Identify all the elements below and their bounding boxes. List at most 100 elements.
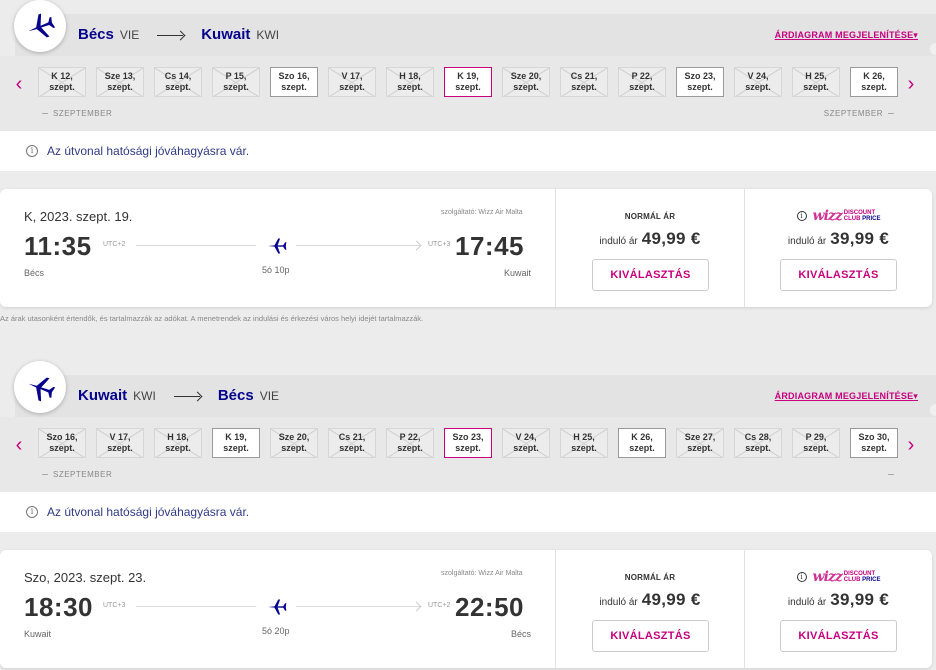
date-option[interactable]: H 18, szept. — [154, 428, 202, 458]
flight-date: Szo, 2023. szept. 23. — [24, 570, 147, 585]
origin-code: VIE — [119, 28, 140, 42]
price-chart-link[interactable]: ÁRDIAGRAM MEGJELENÍTÉSE▾ — [775, 391, 918, 402]
date-option-label: K 26, szept. — [629, 432, 655, 453]
scroll-dot — [930, 43, 936, 55]
price-chart-link[interactable]: ÁRDIAGRAM MEGJELENÍTÉSE▾ — [775, 30, 918, 41]
wdc-fare: i wizz DISCOUNT CLUB PRICE induló ár 39,99… — [745, 189, 932, 307]
date-option[interactable]: H 25, szept. — [560, 428, 608, 458]
date-option[interactable]: Szo 30, szept. — [850, 428, 898, 458]
select-normal-fare-button[interactable]: KIVÁLASZTÁS — [592, 620, 709, 652]
normal-fare-price: induló ár 49,99 € — [599, 590, 701, 609]
date-option[interactable]: K 19, szept. — [444, 67, 492, 97]
date-option[interactable]: V 24, szept. — [734, 67, 782, 97]
dest-code: KWI — [256, 28, 280, 42]
date-option[interactable]: P 29, szept. — [792, 428, 840, 458]
date-option[interactable]: P 22, szept. — [386, 428, 434, 458]
date-option[interactable]: Sze 27, szept. — [676, 428, 724, 458]
date-option[interactable]: H 25, szept. — [792, 67, 840, 97]
date-option-label: Szo 23, szept. — [684, 71, 716, 92]
date-option-label: V 24, szept. — [745, 71, 771, 92]
arrival-utc: UTC+3 — [428, 241, 451, 248]
date-option-label: P 22, szept. — [629, 71, 655, 92]
airplane-icon — [268, 238, 287, 254]
date-option-label: K 12, szept. — [49, 71, 75, 92]
date-prev-chevron-icon[interactable]: ‹ — [9, 435, 29, 455]
arrival-time: 17:45 — [455, 231, 524, 261]
date-option-label: H 25, szept. — [803, 71, 829, 92]
normal-fare: NORMÁL ÁR induló ár 49,99 € KIVÁLASZTÁS — [556, 550, 744, 668]
month-row: SZEPTEMBER — [42, 470, 894, 482]
origin-code: KWI — [133, 389, 156, 403]
dest-code: VIE — [259, 389, 280, 403]
date-option[interactable]: Szo 23, szept. — [676, 67, 724, 97]
date-option-label: H 18, szept. — [165, 432, 191, 453]
date-option[interactable]: Cs 21, szept. — [328, 428, 376, 458]
route-arrow-icon — [157, 35, 184, 36]
date-option-label: K 19, szept. — [223, 432, 249, 453]
notice-text: Az útvonal hatósági jóváhagyásra vár. — [47, 144, 250, 158]
date-option[interactable]: V 24, szept. — [502, 428, 550, 458]
departure-time: 11:35 — [24, 231, 92, 261]
date-option-label: Cs 14, szept. — [164, 71, 192, 92]
date-option[interactable]: Cs 14, szept. — [154, 67, 202, 97]
date-option[interactable]: Szo 16, szept. — [38, 428, 86, 458]
airplane-icon — [268, 599, 287, 615]
select-normal-fare-button[interactable]: KIVÁLASZTÁS — [592, 259, 709, 291]
approval-notice: i Az útvonal hatósági jóváhagyásra vár. — [0, 492, 936, 532]
date-option-label: Sze 27, szept. — [684, 432, 716, 453]
arrival-time: 22:50 — [455, 592, 524, 622]
date-option[interactable]: K 26, szept. — [618, 428, 666, 458]
airplane-icon — [28, 13, 55, 38]
flight-date: K, 2023. szept. 19. — [24, 209, 133, 224]
dest-city: Bécs — [217, 387, 254, 404]
date-option[interactable]: Szo 16, szept. — [270, 67, 318, 97]
date-option[interactable]: Cs 21, szept. — [560, 67, 608, 97]
route-header: Bécs VIE Kuwait KWI ÁRDIAGRAM MEGJELENÍT… — [15, 14, 936, 56]
date-option[interactable]: K 12, szept. — [38, 67, 86, 97]
date-prev-chevron-icon[interactable]: ‹ — [9, 74, 29, 94]
plane-icon-badge — [14, 0, 66, 52]
normal-fare: NORMÁL ÁR induló ár 49,99 € KIVÁLASZTÁS — [556, 189, 744, 307]
select-wdc-fare-button[interactable]: KIVÁLASZTÁS — [780, 620, 897, 652]
flight-line-left — [136, 606, 256, 607]
date-option[interactable]: V 17, szept. — [96, 428, 144, 458]
departure-time: 18:30 — [24, 592, 93, 622]
date-option-label: H 18, szept. — [397, 71, 423, 92]
departure-city: Bécs — [24, 268, 45, 278]
date-option[interactable]: P 15, szept. — [212, 67, 260, 97]
wdc-fare: i wizz DISCOUNT CLUB PRICE induló ár 39,99… — [745, 550, 932, 668]
arrival-city: Kuwait — [503, 268, 531, 278]
date-option[interactable]: Sze 20, szept. — [270, 428, 318, 458]
month-label-left: SZEPTEMBER — [42, 470, 112, 479]
flight-line-right — [296, 245, 420, 246]
date-next-chevron-icon[interactable]: › — [901, 435, 921, 455]
date-option[interactable]: Szo 23, szept. — [444, 428, 492, 458]
date-option[interactable]: H 18, szept. — [386, 67, 434, 97]
date-option[interactable]: K 19, szept. — [212, 428, 260, 458]
select-wdc-fare-button[interactable]: KIVÁLASZTÁS — [780, 259, 897, 291]
date-next-chevron-icon[interactable]: › — [901, 74, 921, 94]
flight-duration: 5ó 20p — [262, 626, 290, 636]
flight-card: K, 2023. szept. 19. szolgáltató: Wizz Ai… — [0, 189, 932, 307]
date-option[interactable]: P 22, szept. — [618, 67, 666, 97]
plane-icon-badge — [14, 361, 66, 413]
departure-city: Kuwait — [24, 629, 52, 639]
date-option-label: Szo 16, szept. — [46, 432, 78, 453]
flight-line-right — [296, 606, 420, 607]
operator-text: szolgáltató: Wizz Air Malta — [441, 570, 523, 577]
route-arrow-icon — [173, 396, 200, 397]
date-option[interactable]: Sze 20, szept. — [502, 67, 550, 97]
date-option[interactable]: Cs 28, szept. — [734, 428, 782, 458]
info-icon[interactable]: i — [796, 572, 807, 582]
dest-city: Kuwait — [201, 26, 251, 43]
route-title: Bécs VIE Kuwait KWI — [78, 26, 287, 43]
date-option[interactable]: K 26, szept. — [850, 67, 898, 97]
info-icon[interactable]: i — [796, 211, 807, 221]
date-option[interactable]: Sze 13, szept. — [96, 67, 144, 97]
date-option[interactable]: V 17, szept. — [328, 67, 376, 97]
month-label-right: SZEPTEMBER — [824, 109, 894, 118]
normal-fare-label: NORMÁL ÁR — [624, 212, 676, 221]
wdc-header: i wizz DISCOUNT CLUB PRICE — [745, 569, 932, 585]
date-option-label: K 26, szept. — [861, 71, 887, 92]
month-label-right — [883, 470, 894, 479]
